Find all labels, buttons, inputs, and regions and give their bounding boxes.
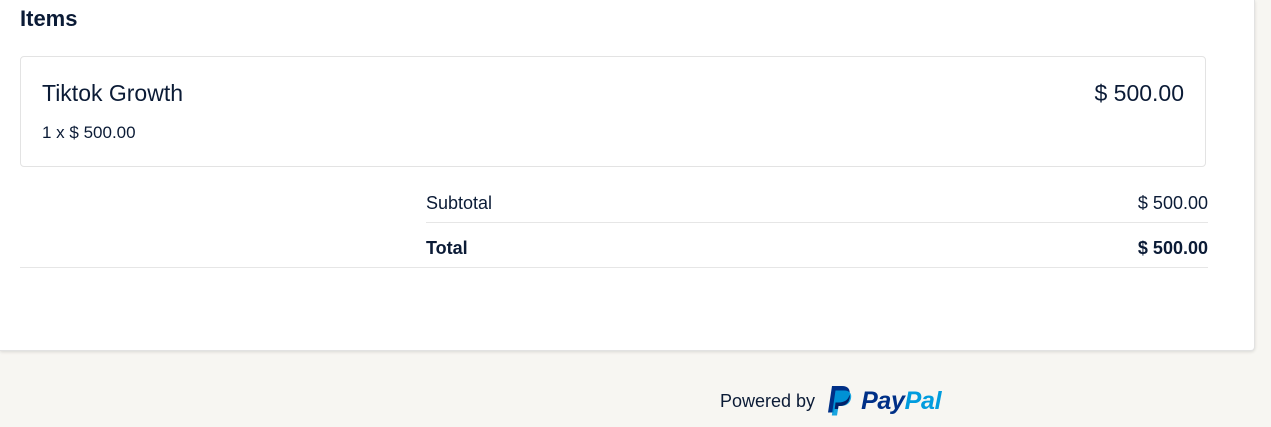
- subtotal-divider: [426, 222, 1208, 223]
- paypal-wordmark: PayPal: [861, 386, 942, 416]
- items-card: Items Tiktok Growth $ 500.00 1 x $ 500.0…: [0, 0, 1255, 351]
- total-label: Total: [426, 238, 468, 258]
- powered-by-text: Powered by: [720, 390, 816, 411]
- paypal-wordmark-pal: Pal: [904, 386, 942, 415]
- item-price: $ 500.00: [1094, 80, 1184, 106]
- subtotal-label: Subtotal: [426, 193, 493, 213]
- paypal-wordmark-pay: Pay: [861, 386, 905, 415]
- items-heading: Items: [20, 6, 78, 31]
- paypal-logo-icon: [828, 386, 852, 416]
- powered-by-footer: Powered by PayPal: [720, 381, 942, 421]
- item-quantity: 1 x $ 500.00: [42, 123, 136, 142]
- total-divider: [20, 267, 1208, 268]
- subtotal-value: $ 500.00: [1137, 193, 1208, 213]
- item-name: Tiktok Growth: [42, 80, 184, 106]
- total-value: $ 500.00: [1137, 238, 1208, 258]
- line-item: Tiktok Growth $ 500.00 1 x $ 500.00: [20, 56, 1206, 167]
